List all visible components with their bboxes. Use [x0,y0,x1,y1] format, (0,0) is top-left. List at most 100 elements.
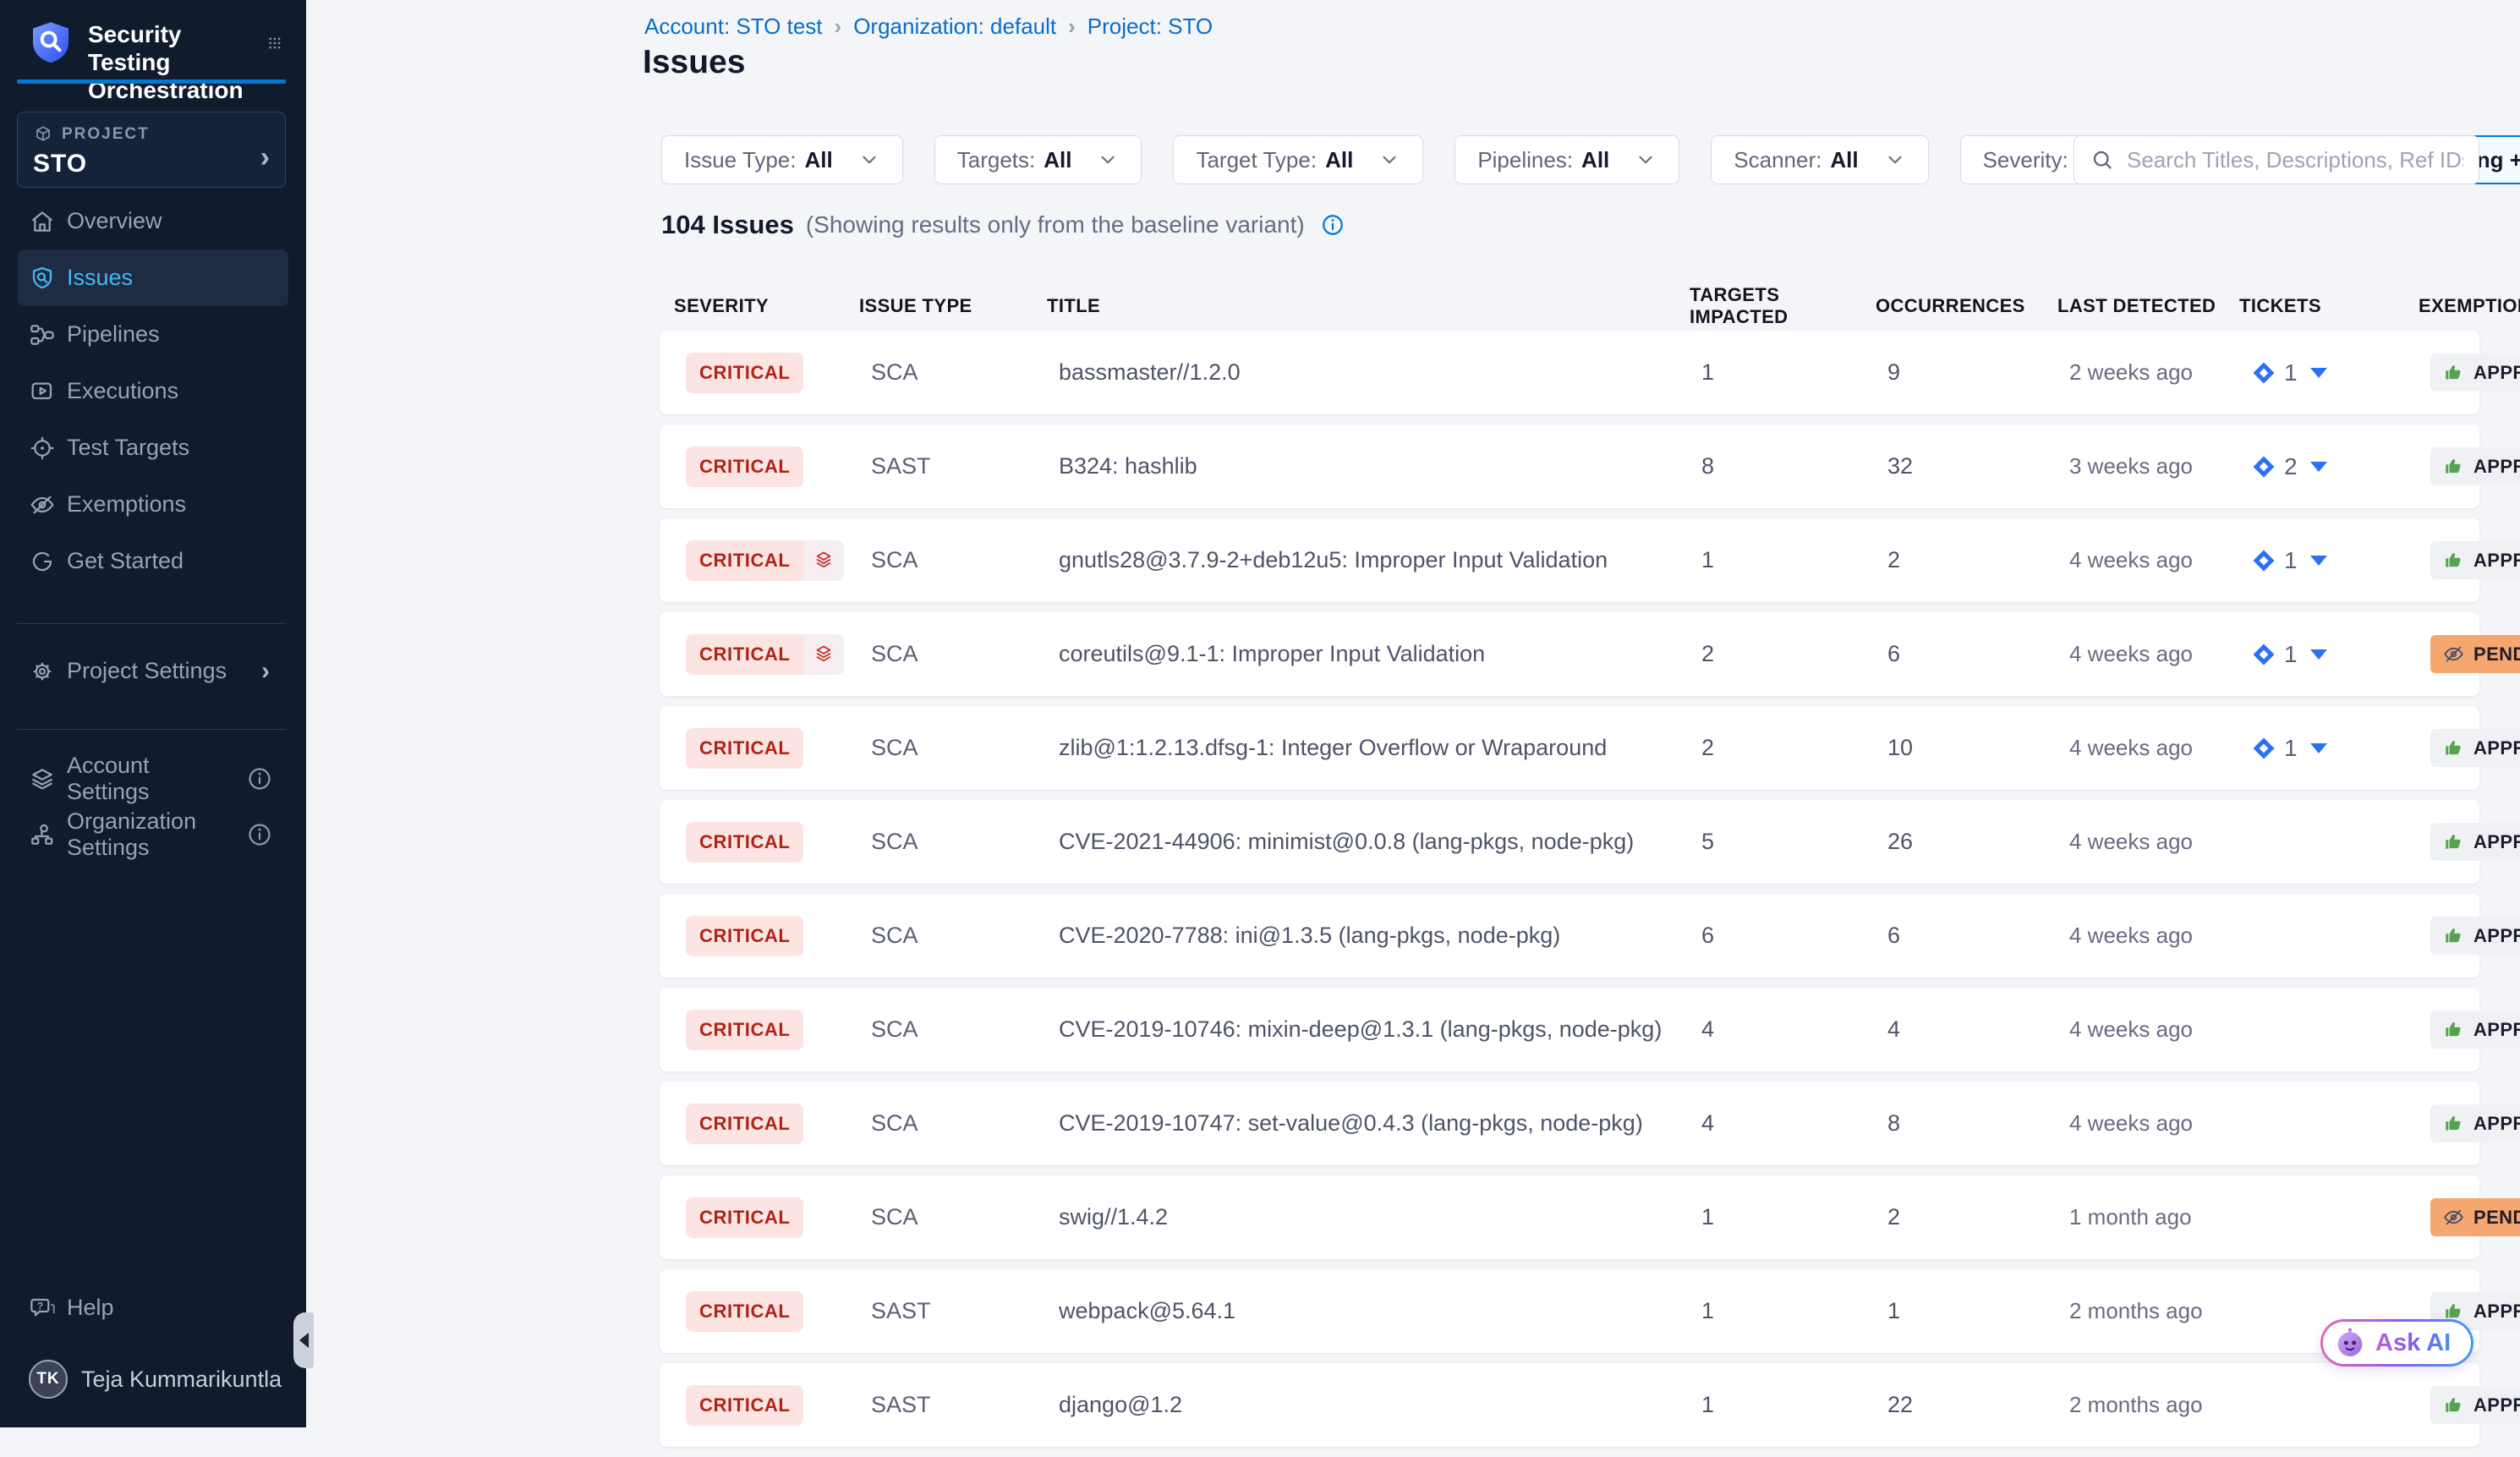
sidebar-item-get-started[interactable]: Get Started [18,533,288,589]
issue-title-cell[interactable]: django@1.2 [1059,1392,1701,1418]
gear-icon [29,658,56,685]
sidebar-item-pipelines[interactable]: Pipelines [18,306,288,363]
ticket-count: 1 [2284,641,2298,668]
issue-row[interactable]: CRITICALSCAgnutls28@3.7.9-2+deb12u5: Imp… [660,518,2479,602]
sidebar-item-test-targets[interactable]: Test Targets [18,419,288,476]
sidebar-item-project-settings[interactable]: Project Settings› [18,643,288,699]
issue-row[interactable]: CRITICALSCACVE-2019-10746: mixin-deep@1.… [660,988,2479,1071]
issue-type-cell: SAST [871,1392,1059,1418]
targets-impacted-cell: 2 [1701,735,1887,761]
ticket-dropdown[interactable]: 1 [2251,735,2430,762]
filter-label: Pipelines: [1477,147,1573,173]
filter-value: All [1581,147,1609,173]
stack-icon [813,550,835,572]
occurrences-cell: 6 [1887,923,2069,949]
sidebar-item-label: Executions [67,378,178,404]
sidebar: Security Testing Orchestration PROJECT S… [0,0,306,1427]
exemption-status-cell: APPROVED [2430,917,2520,955]
issue-row[interactable]: CRITICALSCAcoreutils@9.1-1: Improper Inp… [660,612,2479,696]
breadcrumb-link[interactable]: Organization: default [853,14,1056,40]
issue-title-cell[interactable]: webpack@5.64.1 [1059,1298,1701,1324]
occurrences-cell: 9 [1887,359,2069,386]
stacked-issues-indicator [803,540,844,581]
severity-label: CRITICAL [686,728,803,769]
project-selector[interactable]: PROJECT STO › [17,112,286,188]
filter-pipelines[interactable]: Pipelines: All [1454,135,1679,184]
sidebar-collapse-handle[interactable] [293,1312,314,1368]
status-badge-approved: APPROVED [2430,917,2520,955]
executions-icon [29,378,56,405]
thumbs-up-icon [2442,549,2465,572]
ask-ai-button[interactable]: Ask AI [2320,1319,2473,1367]
ticket-dropdown[interactable]: 1 [2251,641,2430,668]
occurrences-cell: 8 [1887,1110,2069,1137]
issue-row[interactable]: CRITICALSCACVE-2021-44906: minimist@0.0.… [660,800,2479,884]
issue-row[interactable]: CRITICALSCAbassmaster//1.2.0192 weeks ag… [660,331,2479,414]
sidebar-item-overview[interactable]: Overview [18,193,288,249]
severity-cell: CRITICAL [686,634,871,675]
ticket-dropdown[interactable]: 1 [2251,359,2430,386]
app-switcher-grid-icon[interactable] [267,29,282,58]
issue-row[interactable]: CRITICALSCACVE-2020-7788: ini@1.3.5 (lan… [660,894,2479,978]
breadcrumb-link[interactable]: Project: STO [1087,14,1213,40]
ticket-dropdown[interactable]: 1 [2251,547,2430,574]
issue-count-row: 104 Issues (Showing results only from th… [661,210,1345,240]
sidebar-item-executions[interactable]: Executions [18,363,288,419]
filter-issue-type[interactable]: Issue Type:All [661,135,903,184]
issue-row[interactable]: CRITICALSCAswig//1.4.2121 month agoPENDI… [660,1175,2479,1259]
targets-impacted-cell: 1 [1701,1204,1887,1230]
info-icon[interactable] [1320,212,1345,238]
severity-cell: CRITICAL [686,1385,871,1426]
sidebar-item-issues[interactable]: Issues [18,249,288,306]
severity-cell: CRITICAL [686,822,871,863]
issue-row[interactable]: CRITICALSASTB324: hashlib8323 weeks ago2… [660,425,2479,508]
breadcrumb-link[interactable]: Account: STO test [644,14,823,40]
issue-title-cell[interactable]: swig//1.4.2 [1059,1204,1701,1230]
target-icon [29,435,56,462]
severity-cell: CRITICAL [686,728,871,769]
search-input[interactable] [2127,147,2463,173]
sidebar-item-account-settings[interactable]: Account Settings [18,751,288,807]
pipelines-icon [29,321,56,348]
thumbs-up-icon [2442,1112,2465,1135]
exemption-status-cell: APPROVED [2430,447,2520,485]
thumbs-up-icon [2442,455,2465,478]
issue-type-cell: SCA [871,923,1059,949]
get-started-icon [29,548,56,575]
sidebar-item-exemptions[interactable]: Exemptions [18,476,288,533]
filter-label: Targets: [957,147,1036,173]
sidebar-item-organization-settings[interactable]: Organization Settings [18,807,288,863]
ticket-dropdown[interactable]: 2 [2251,453,2430,480]
issue-title-cell[interactable]: CVE-2020-7788: ini@1.3.5 (lang-pkgs, nod… [1059,923,1701,949]
issue-title-cell[interactable]: zlib@1:1.2.13.dfsg-1: Integer Overflow o… [1059,735,1701,761]
issue-row[interactable]: CRITICALSASTdjango@1.21222 months agoAPP… [660,1363,2479,1447]
sidebar-item-label: Help [67,1295,114,1321]
chevron-right-icon: › [261,657,270,686]
filter-scanner[interactable]: Scanner:All [1711,135,1928,184]
issue-row[interactable]: CRITICALSCAzlib@1:1.2.13.dfsg-1: Integer… [660,706,2479,790]
avatar: TK [29,1360,68,1399]
issue-title-cell[interactable]: CVE-2019-10747: set-value@0.4.3 (lang-pk… [1059,1110,1701,1137]
issue-row[interactable]: CRITICALSCACVE-2019-10747: set-value@0.4… [660,1082,2479,1165]
sidebar-item-label: Pipelines [67,321,160,348]
user-menu[interactable]: TK Teja Kummarikuntla [29,1360,289,1399]
column-header-issue-type: ISSUE TYPE [859,295,1047,317]
issue-row[interactable]: CRITICALSASTwebpack@5.64.1112 months ago… [660,1269,2479,1353]
status-label: APPROVED [2473,550,2520,572]
issue-title-cell[interactable]: CVE-2021-44906: minimist@0.0.8 (lang-pkg… [1059,829,1701,855]
issue-title-cell[interactable]: bassmaster//1.2.0 [1059,359,1701,386]
issue-type-cell: SAST [871,453,1059,479]
ticket-count: 1 [2284,735,2298,762]
user-name: Teja Kummarikuntla [81,1367,282,1393]
issue-title-cell[interactable]: coreutils@9.1-1: Improper Input Validati… [1059,641,1701,667]
issue-title-cell[interactable]: CVE-2019-10746: mixin-deep@1.3.1 (lang-p… [1059,1016,1701,1043]
filter-targets[interactable]: Targets:All [934,135,1142,184]
last-detected-cell: 2 months ago [2069,1392,2251,1418]
tickets-cell: 1 [2251,547,2430,574]
occurrences-cell: 22 [1887,1392,2069,1418]
sidebar-item-help[interactable]: ?Help [18,1279,288,1336]
issue-title-cell[interactable]: B324: hashlib [1059,453,1701,479]
filter-target-type[interactable]: Target Type:All [1173,135,1423,184]
issue-count: 104 Issues [661,210,794,240]
issue-title-cell[interactable]: gnutls28@3.7.9-2+deb12u5: Improper Input… [1059,547,1701,573]
